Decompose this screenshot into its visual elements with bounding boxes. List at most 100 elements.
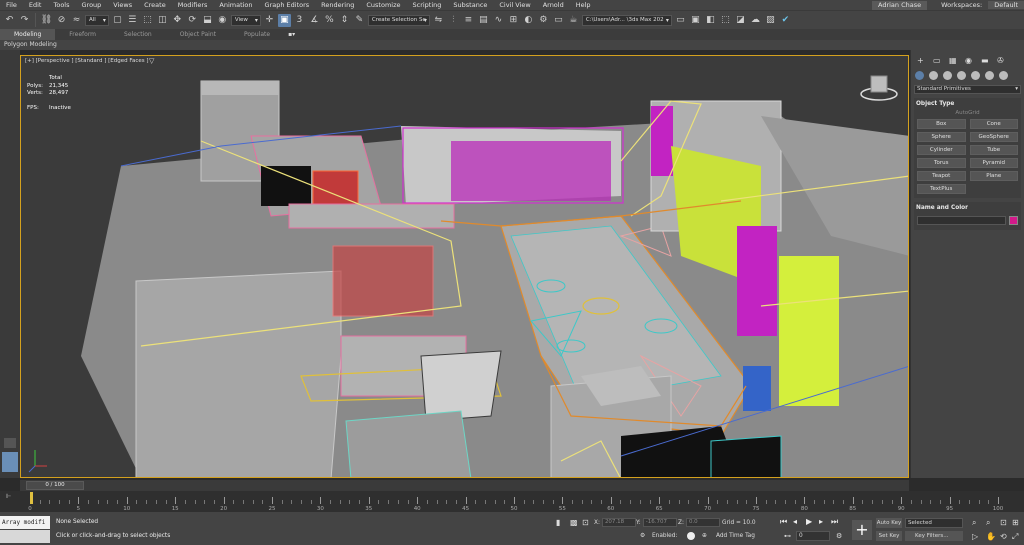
select-manipulate-icon[interactable]: ▣ [277, 13, 291, 27]
menu-views[interactable]: Views [107, 1, 138, 9]
render-viewport-icon[interactable]: ◧ [704, 14, 717, 27]
menu-help[interactable]: Help [570, 1, 597, 9]
ribbon-panel-polygon-modeling[interactable]: Polygon Modeling [0, 40, 1024, 50]
motion-tab-icon[interactable]: ◉ [965, 56, 975, 65]
filter-icon[interactable]: ⊩ [6, 493, 11, 500]
systems-icon[interactable] [999, 71, 1008, 80]
y-coordinate-field[interactable]: -16.707 [642, 518, 677, 527]
align-icon[interactable]: ⫶ [447, 14, 460, 27]
viewport-layout-preview[interactable] [2, 452, 18, 472]
track-bar[interactable]: ⊩ 0 5 10 15 20 25 30 35 40 45 50 55 60 65 70 75 80 85 90 95… [0, 491, 1024, 512]
goto-end-icon[interactable]: ⏭ [831, 517, 838, 527]
schematic-view-icon[interactable]: ⊞ [507, 14, 520, 27]
maxscript-output[interactable] [0, 530, 50, 543]
box-button[interactable]: Box [917, 119, 966, 129]
render-production-icon[interactable]: ☕ [567, 14, 580, 27]
x-coordinate-field[interactable]: 207.18 [601, 518, 636, 527]
primitive-category-dropdown[interactable]: Standard Primitives [914, 85, 1021, 94]
spacewarps-icon[interactable] [985, 71, 994, 80]
cloud-render-icon[interactable]: ☁ [749, 14, 762, 27]
render-region-icon[interactable]: ⬚ [719, 14, 732, 27]
selection-filter-dropdown[interactable]: All [85, 14, 109, 26]
tab-modeling[interactable]: Modeling [0, 29, 56, 40]
pyramid-button[interactable]: Pyramid [969, 158, 1018, 168]
bind-spacewarp-icon[interactable]: ≈ [70, 14, 83, 27]
object-type-title[interactable]: Object Type [914, 98, 1021, 110]
angle-snap-icon[interactable]: ∡ [308, 14, 321, 27]
select-object-icon[interactable]: ▢ [111, 14, 124, 27]
utilities-tab-icon[interactable]: ✇ [997, 56, 1007, 65]
menu-graph-editors[interactable]: Graph Editors [259, 1, 316, 9]
cylinder-button[interactable]: Cylinder [917, 145, 966, 155]
enabled-toggle[interactable] [687, 532, 695, 540]
zoom-extents-all-icon[interactable]: ⊞ [1012, 518, 1019, 527]
set-keys-button[interactable]: + [852, 520, 872, 540]
user-account-button[interactable]: Adrian Chase [872, 0, 928, 10]
viewport-filter-icon[interactable]: ▽ [149, 57, 154, 65]
open-folder-icon[interactable]: ▭ [674, 14, 687, 27]
zoom-icon[interactable]: ⌕ [972, 518, 976, 528]
absolute-mode-icon[interactable]: ⊡ [582, 518, 589, 527]
cone-button[interactable]: Cone [969, 119, 1018, 129]
autogrid-checkbox[interactable]: AutoGrid [914, 110, 1021, 119]
play-icon[interactable]: ▶ [806, 517, 812, 526]
adaptive-degradation-icon[interactable]: ⚙ [640, 533, 645, 539]
toggle-ribbon-icon[interactable]: ▤ [477, 14, 490, 27]
menu-scripting[interactable]: Scripting [407, 1, 448, 9]
ribbon-options-icon[interactable]: ▪▾ [284, 29, 299, 40]
select-move-icon[interactable]: ✥ [171, 14, 184, 27]
pivot-center-icon[interactable]: ✛ [263, 14, 276, 27]
shapes-icon[interactable] [929, 71, 938, 80]
snaps-toggle-icon[interactable]: 3 [293, 14, 306, 27]
menu-civil-view[interactable]: Civil View [493, 1, 536, 9]
spinner-snap-icon[interactable]: ⇕ [338, 14, 351, 27]
geometry-icon[interactable] [915, 71, 924, 80]
project-folder-dropdown[interactable]: C:\Users\Adr... \3ds Max 202 [581, 14, 672, 26]
redo-icon[interactable]: ↷ [18, 14, 31, 27]
mirror-icon[interactable]: ⇋ [432, 14, 445, 27]
tab-object-paint[interactable]: Object Paint [166, 29, 230, 40]
previous-frame-icon[interactable]: ◂ [793, 517, 797, 526]
time-cursor[interactable] [30, 492, 33, 504]
percent-snap-icon[interactable]: % [323, 14, 336, 27]
undo-icon[interactable]: ↶ [3, 14, 16, 27]
maximize-viewport-icon[interactable]: ⤢ [1012, 532, 1018, 542]
modify-tab-icon[interactable]: ▭ [933, 56, 943, 65]
object-name-input[interactable] [917, 216, 1006, 225]
select-rotate-icon[interactable]: ⟳ [186, 14, 199, 27]
object-color-swatch[interactable] [1009, 216, 1018, 225]
pan-view-icon[interactable]: ✋ [986, 532, 996, 541]
teapot-render-icon[interactable]: ◪ [734, 14, 747, 27]
rendered-frame-window-icon[interactable]: ▭ [552, 14, 565, 27]
menu-edit[interactable]: Edit [23, 1, 48, 9]
material-editor-icon[interactable]: ◐ [522, 14, 535, 27]
curve-editor-icon[interactable]: ∿ [492, 14, 505, 27]
next-frame-icon[interactable]: ▸ [819, 517, 823, 526]
menu-rendering[interactable]: Rendering [315, 1, 360, 9]
named-selection-set-dropdown[interactable]: Create Selection Se [367, 14, 430, 26]
helpers-icon[interactable] [971, 71, 980, 80]
textplus-button[interactable]: TextPlus [917, 184, 966, 194]
teapot-button[interactable]: Teapot [917, 171, 966, 181]
viewport-label[interactable]: [+] [Perspective ] [Standard ] [Edged Fa… [25, 58, 149, 64]
maxscript-listener-input[interactable]: Array modifi [0, 516, 50, 529]
auto-key-button[interactable]: Auto Key [876, 518, 902, 528]
link-icon[interactable]: ⛓ [40, 14, 53, 27]
time-slider[interactable]: 0 / 100 [20, 480, 909, 491]
perspective-viewport[interactable]: [+] [Perspective ] [Standard ] [Edged Fa… [20, 55, 909, 478]
create-tab-icon[interactable]: + [917, 56, 927, 65]
name-and-color-title[interactable]: Name and Color [914, 202, 1021, 214]
orbit-icon[interactable]: ⟲ [1000, 532, 1007, 541]
select-by-name-icon[interactable]: ☰ [126, 14, 139, 27]
cameras-icon[interactable] [957, 71, 966, 80]
selection-lock-icon[interactable]: ▩ [570, 518, 578, 527]
layer-explorer-icon[interactable]: ≡ [462, 14, 475, 27]
time-configuration-icon[interactable]: ⚙ [836, 532, 842, 540]
key-filters-button[interactable]: Key Filters... [905, 531, 963, 541]
add-time-tag[interactable]: Add Time Tag [716, 533, 755, 539]
geosphere-button[interactable]: GeoSphere [969, 132, 1018, 142]
display-tab-icon[interactable]: ▬ [981, 56, 991, 65]
menu-create[interactable]: Create [138, 1, 172, 9]
sphere-button[interactable]: Sphere [917, 132, 966, 142]
render-check-icon[interactable]: ✔ [779, 14, 792, 27]
